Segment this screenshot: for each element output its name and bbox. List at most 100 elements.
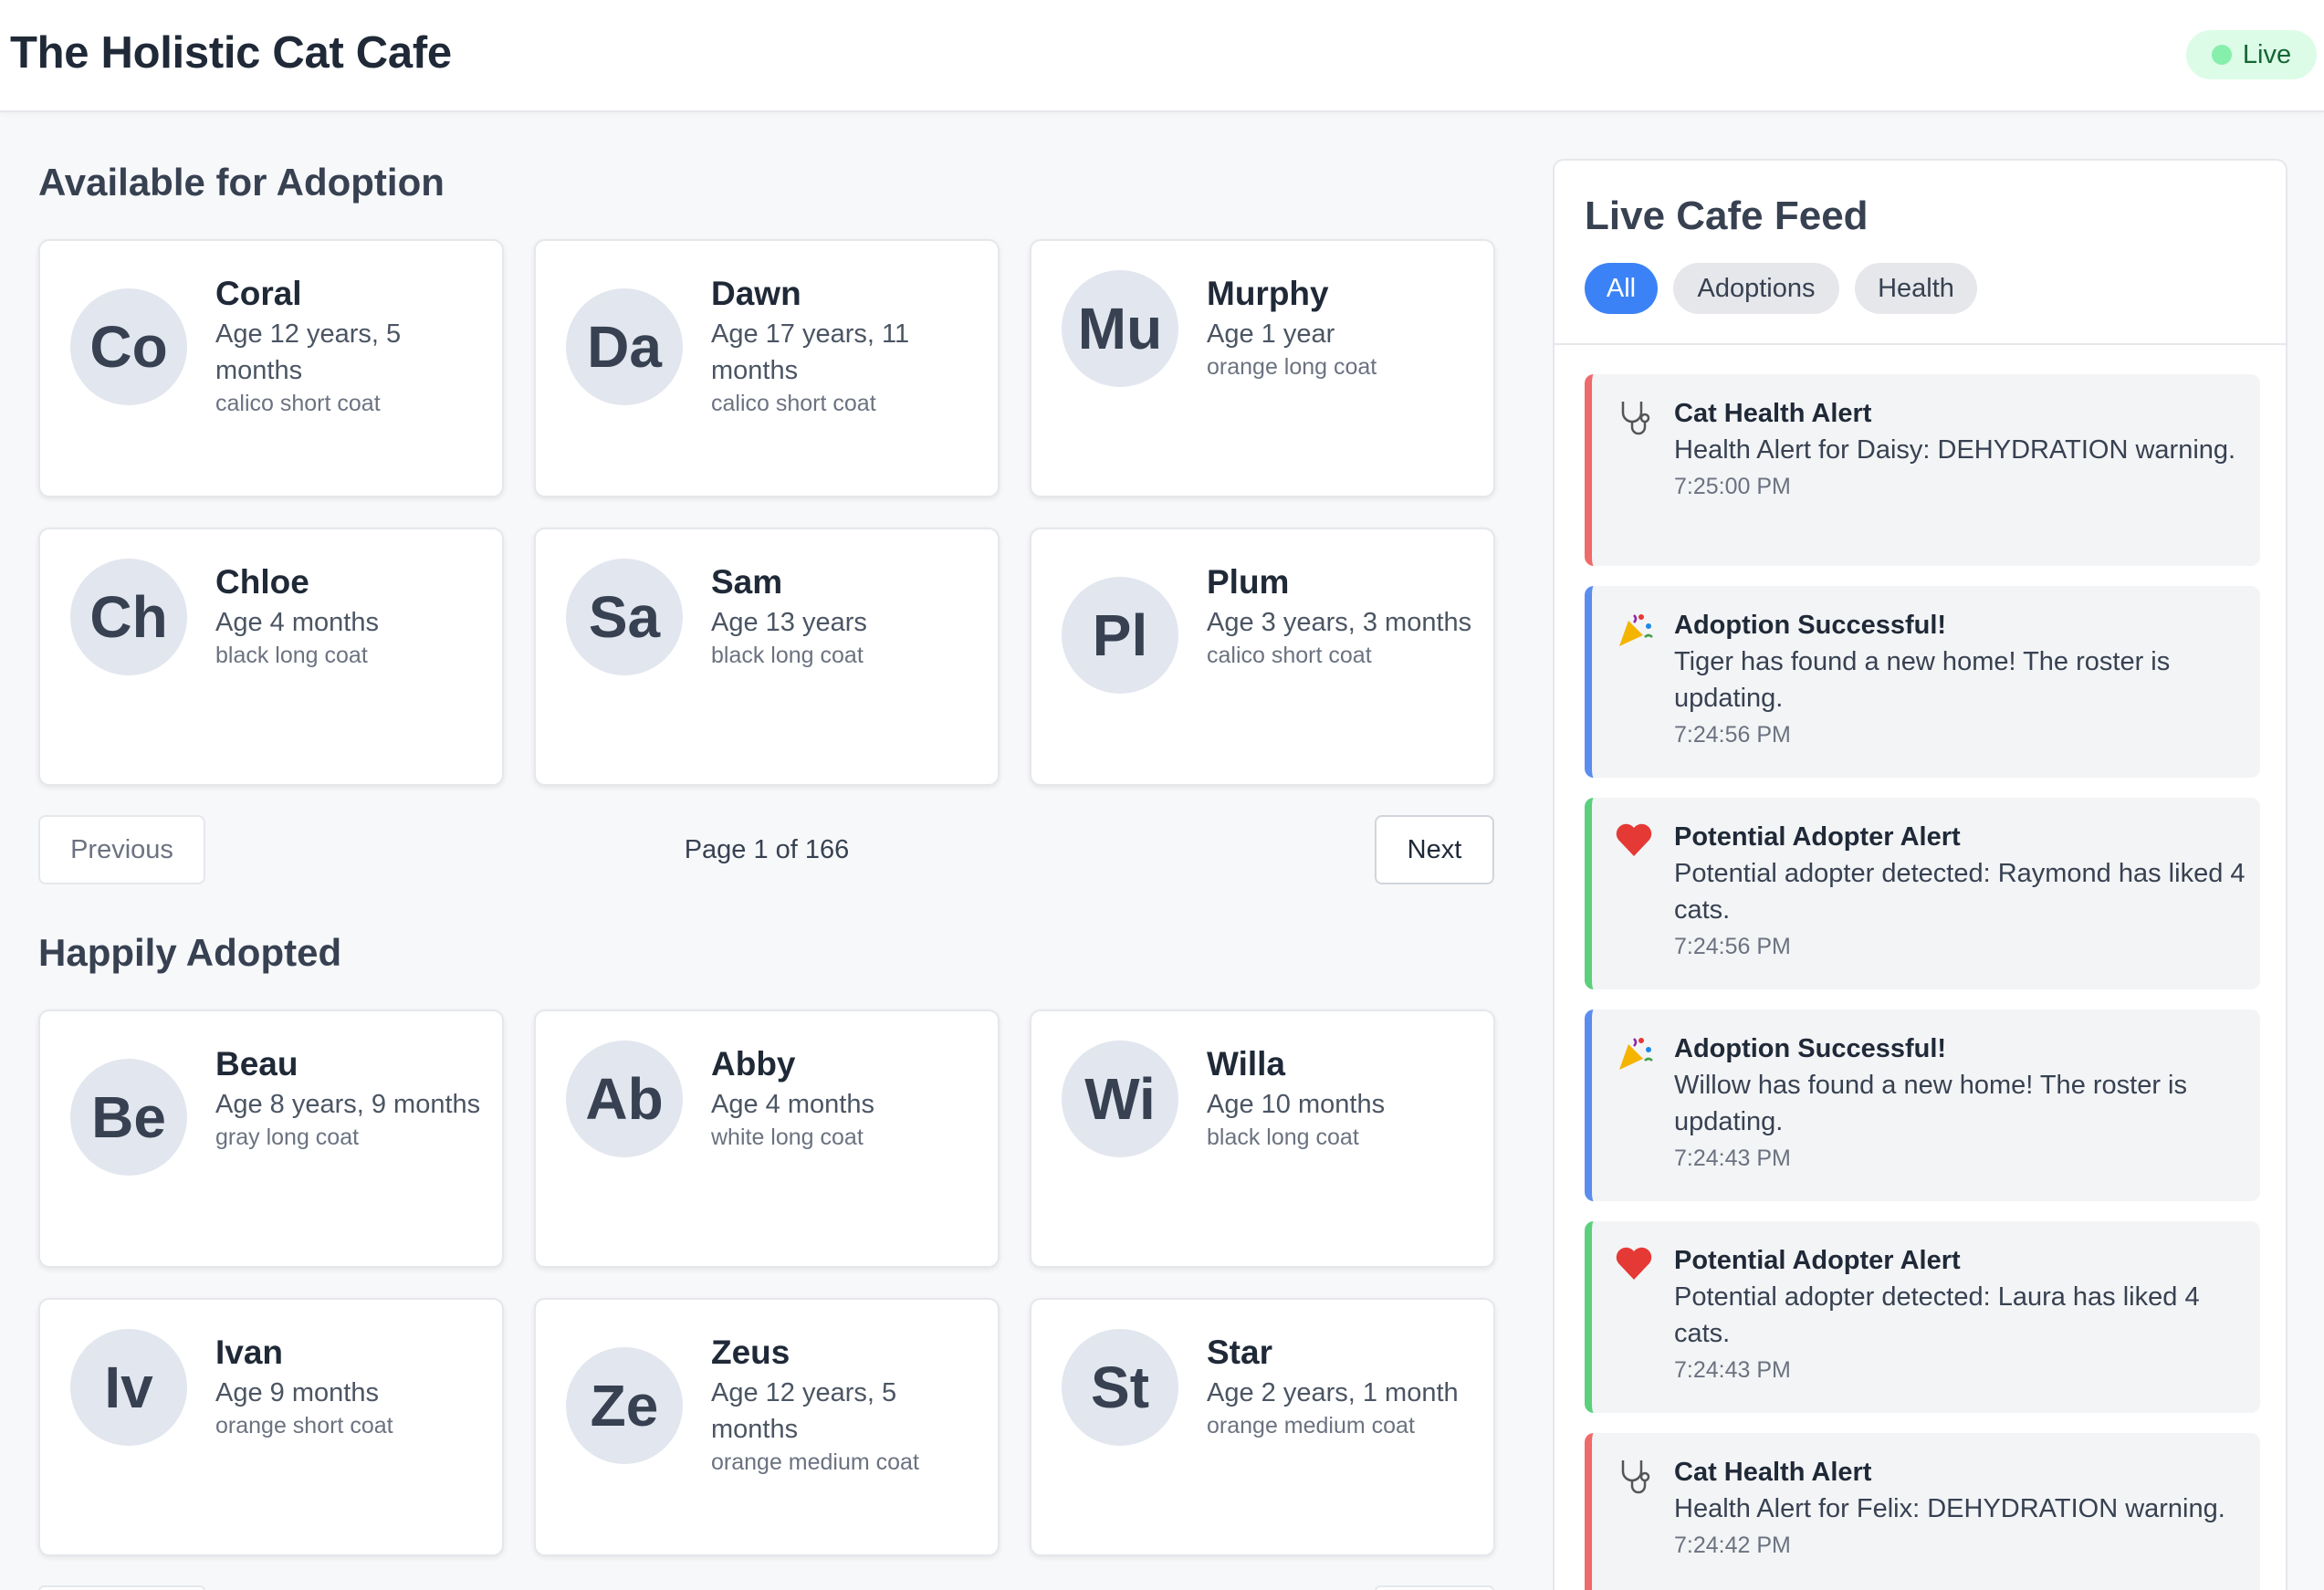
- feed-item-time: 7:24:43 PM: [1674, 1145, 1791, 1172]
- feed-item[interactable]: Adoption Successful! Willow has found a …: [1585, 1009, 2260, 1201]
- cat-card[interactable]: Pl Plum Age 3 years, 3 months calico sho…: [1030, 528, 1495, 786]
- cat-age: Age 1 year: [1207, 319, 1335, 350]
- next-button[interactable]: Next: [1375, 815, 1494, 884]
- feed-item-message: Potential adopter detected: Raymond has …: [1674, 859, 2245, 926]
- feed-item-message: Health Alert for Daisy: DEHYDRATION warn…: [1674, 435, 2236, 465]
- cat-info: Willa Age 10 months black long coat: [1207, 1044, 1481, 1153]
- previous-button[interactable]: Previous: [38, 815, 205, 884]
- feed-item[interactable]: Potential Adopter Alert Potential adopte…: [1585, 798, 2260, 989]
- available-heading: Available for Adoption: [38, 161, 445, 204]
- cat-age: Age 12 years, 5 months: [711, 1378, 897, 1445]
- cat-card[interactable]: St Star Age 2 years, 1 month orange medi…: [1030, 1298, 1495, 1556]
- cat-coat: black long coat: [215, 643, 368, 669]
- cat-name: Coral: [215, 275, 302, 312]
- feed-item[interactable]: Adoption Successful! Tiger has found a n…: [1585, 586, 2260, 778]
- feed-title: Live Cafe Feed: [1585, 194, 1869, 238]
- feed-item-message: Health Alert for Felix: DEHYDRATION warn…: [1674, 1494, 2225, 1524]
- avatar: Ab: [566, 1041, 683, 1157]
- cat-name: Beau: [215, 1045, 298, 1083]
- adopted-cat-grid: Be Beau Age 8 years, 9 months gray long …: [38, 1009, 1495, 1556]
- live-status-badge: Live: [2186, 30, 2317, 79]
- feed-text: Cat Health Alert Health Alert for Felix:…: [1674, 1455, 2249, 1559]
- avatar: Mu: [1062, 270, 1178, 387]
- cat-coat: calico short coat: [215, 391, 381, 417]
- feed-list: Cat Health Alert Health Alert for Daisy:…: [1585, 374, 2260, 1590]
- filter-all[interactable]: All: [1585, 263, 1658, 314]
- cat-coat: orange medium coat: [1207, 1413, 1415, 1439]
- feed-filters: All Adoptions Health: [1585, 263, 1977, 314]
- feed-item-message: Willow has found a new home! The roster …: [1674, 1071, 2188, 1137]
- feed-item[interactable]: Cat Health Alert Health Alert for Felix:…: [1585, 1433, 2260, 1590]
- cat-info: Chloe Age 4 months black long coat: [215, 562, 489, 671]
- stethoscope-icon: [1614, 1457, 1654, 1497]
- feed-item-title: Cat Health Alert: [1674, 399, 1872, 428]
- cat-card[interactable]: Be Beau Age 8 years, 9 months gray long …: [38, 1009, 504, 1268]
- filter-adoptions[interactable]: Adoptions: [1673, 263, 1839, 314]
- feed-text: Potential Adopter Alert Potential adopte…: [1674, 1243, 2249, 1384]
- feed-text: Adoption Successful! Willow has found a …: [1674, 1031, 2249, 1172]
- cat-info: Sam Age 13 years black long coat: [711, 562, 985, 671]
- cat-age: Age 8 years, 9 months: [215, 1090, 481, 1120]
- feed-item[interactable]: Potential Adopter Alert Potential adopte…: [1585, 1221, 2260, 1413]
- cat-card[interactable]: Iv Ivan Age 9 months orange short coat: [38, 1298, 504, 1556]
- avatar: Da: [566, 288, 683, 405]
- cat-age: Age 12 years, 5 months: [215, 319, 402, 386]
- feed-item-title: Potential Adopter Alert: [1674, 822, 1961, 852]
- avatar: Ch: [70, 559, 187, 675]
- feed-item-time: 7:24:42 PM: [1674, 1532, 1791, 1559]
- cat-info: Ivan Age 9 months orange short coat: [215, 1333, 489, 1441]
- adopted-next-button[interactable]: [1375, 1585, 1494, 1590]
- cat-name: Plum: [1207, 563, 1290, 601]
- adopted-heading: Happily Adopted: [38, 931, 342, 974]
- cat-coat: white long coat: [711, 1125, 864, 1151]
- heart-icon: [1614, 1245, 1654, 1285]
- adopted-previous-button[interactable]: [38, 1585, 205, 1590]
- feed-text: Adoption Successful! Tiger has found a n…: [1674, 608, 2249, 748]
- feed-item-title: Adoption Successful!: [1674, 1034, 1947, 1063]
- cat-card[interactable]: Wi Willa Age 10 months black long coat: [1030, 1009, 1495, 1268]
- avatar: Wi: [1062, 1041, 1178, 1157]
- party-popper-icon: [1614, 610, 1654, 650]
- cat-name: Ivan: [215, 1334, 284, 1371]
- avatar: Sa: [566, 559, 683, 675]
- cat-coat: calico short coat: [711, 391, 876, 417]
- cat-name: Zeus: [711, 1334, 790, 1371]
- filter-health[interactable]: Health: [1855, 263, 1977, 314]
- cat-card[interactable]: Da Dawn Age 17 years, 11 months calico s…: [534, 239, 1000, 497]
- stethoscope-icon: [1614, 398, 1654, 438]
- feed-item-title: Adoption Successful!: [1674, 611, 1947, 640]
- app-title: The Holistic Cat Cafe: [10, 28, 452, 78]
- cat-info: Coral Age 12 years, 5 months calico shor…: [215, 274, 489, 419]
- cat-coat: black long coat: [1207, 1125, 1359, 1151]
- cat-card[interactable]: Mu Murphy Age 1 year orange long coat: [1030, 239, 1495, 497]
- cat-coat: calico short coat: [1207, 643, 1372, 669]
- cat-card[interactable]: Sa Sam Age 13 years black long coat: [534, 528, 1000, 786]
- cat-card[interactable]: Ab Abby Age 4 months white long coat: [534, 1009, 1000, 1268]
- cat-name: Dawn: [711, 275, 801, 312]
- avatar: Be: [70, 1059, 187, 1176]
- cat-card[interactable]: Ch Chloe Age 4 months black long coat: [38, 528, 504, 786]
- cat-info: Beau Age 8 years, 9 months gray long coa…: [215, 1044, 489, 1153]
- live-status-label: Live: [2242, 39, 2292, 69]
- feed-text: Cat Health Alert Health Alert for Daisy:…: [1674, 396, 2249, 500]
- avatar: Co: [70, 288, 187, 405]
- live-dot-icon: [2211, 45, 2232, 65]
- cat-card[interactable]: Ze Zeus Age 12 years, 5 months orange me…: [534, 1298, 1000, 1556]
- cat-info: Abby Age 4 months white long coat: [711, 1044, 985, 1153]
- cat-info: Plum Age 3 years, 3 months calico short …: [1207, 562, 1481, 671]
- heart-icon: [1614, 821, 1654, 862]
- feed-item-time: 7:25:00 PM: [1674, 474, 1791, 500]
- feed-item[interactable]: Cat Health Alert Health Alert for Daisy:…: [1585, 374, 2260, 566]
- cat-info: Zeus Age 12 years, 5 months orange mediu…: [711, 1333, 985, 1478]
- pagination: Previous Page 1 of 166 Next: [38, 815, 1495, 884]
- cat-age: Age 4 months: [215, 608, 379, 638]
- feed-item-message: Potential adopter detected: Laura has li…: [1674, 1282, 2200, 1349]
- cat-info: Murphy Age 1 year orange long coat: [1207, 274, 1481, 382]
- cat-card[interactable]: Co Coral Age 12 years, 5 months calico s…: [38, 239, 504, 497]
- feed-text: Potential Adopter Alert Potential adopte…: [1674, 820, 2249, 960]
- cat-age: Age 3 years, 3 months: [1207, 608, 1472, 638]
- cat-coat: orange long coat: [1207, 354, 1377, 381]
- avatar: St: [1062, 1329, 1178, 1446]
- cat-age: Age 13 years: [711, 608, 867, 638]
- feed-item-time: 7:24:56 PM: [1674, 722, 1791, 748]
